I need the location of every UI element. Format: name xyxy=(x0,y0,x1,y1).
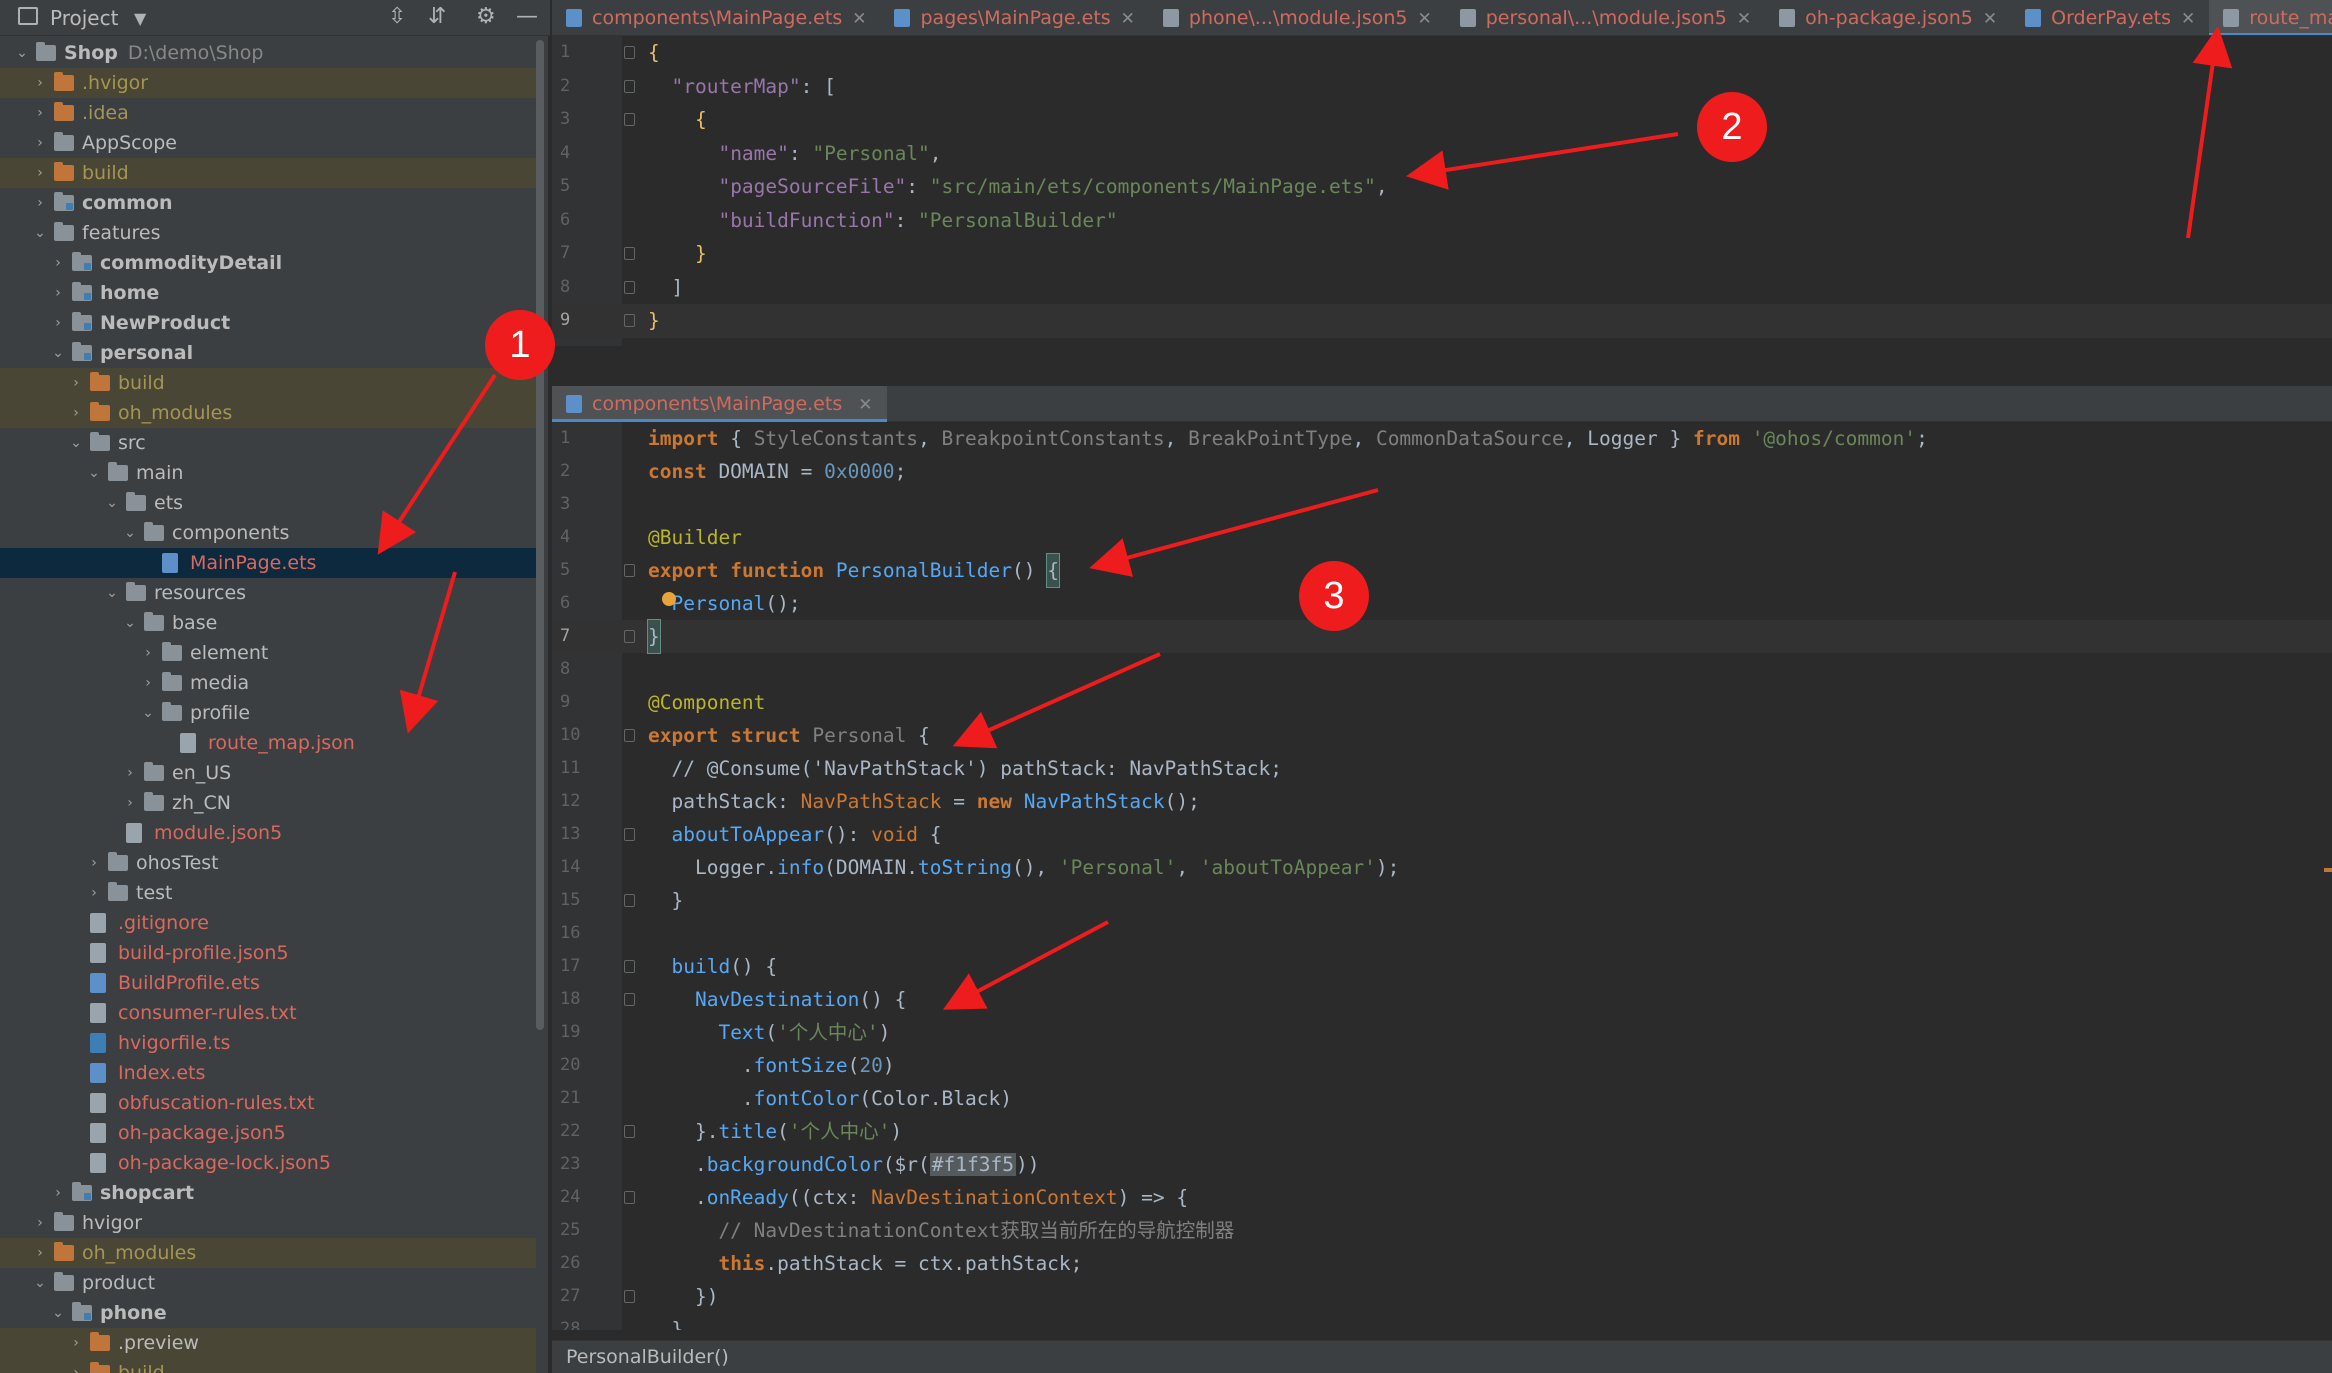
arrow-3a xyxy=(1089,488,1379,577)
arrow-1a xyxy=(377,373,497,555)
annotation-badge-2: 2 xyxy=(1697,92,1767,162)
arrow-3c xyxy=(942,920,1109,1010)
arrow-3b xyxy=(952,652,1161,749)
annotation-badge-3: 3 xyxy=(1299,561,1369,631)
ide-window: Project ▼ ⇳ ⇵ ⚙ — ⌄ Shop D:\demo\Shop › .hvi… xyxy=(0,0,2332,1373)
arrow-2b xyxy=(2186,26,2233,239)
annotation-overlay xyxy=(377,26,2233,1010)
annotation-badge-1: 1 xyxy=(485,310,555,380)
arrow-2a xyxy=(1406,132,1679,190)
arrow-1b xyxy=(399,571,457,734)
